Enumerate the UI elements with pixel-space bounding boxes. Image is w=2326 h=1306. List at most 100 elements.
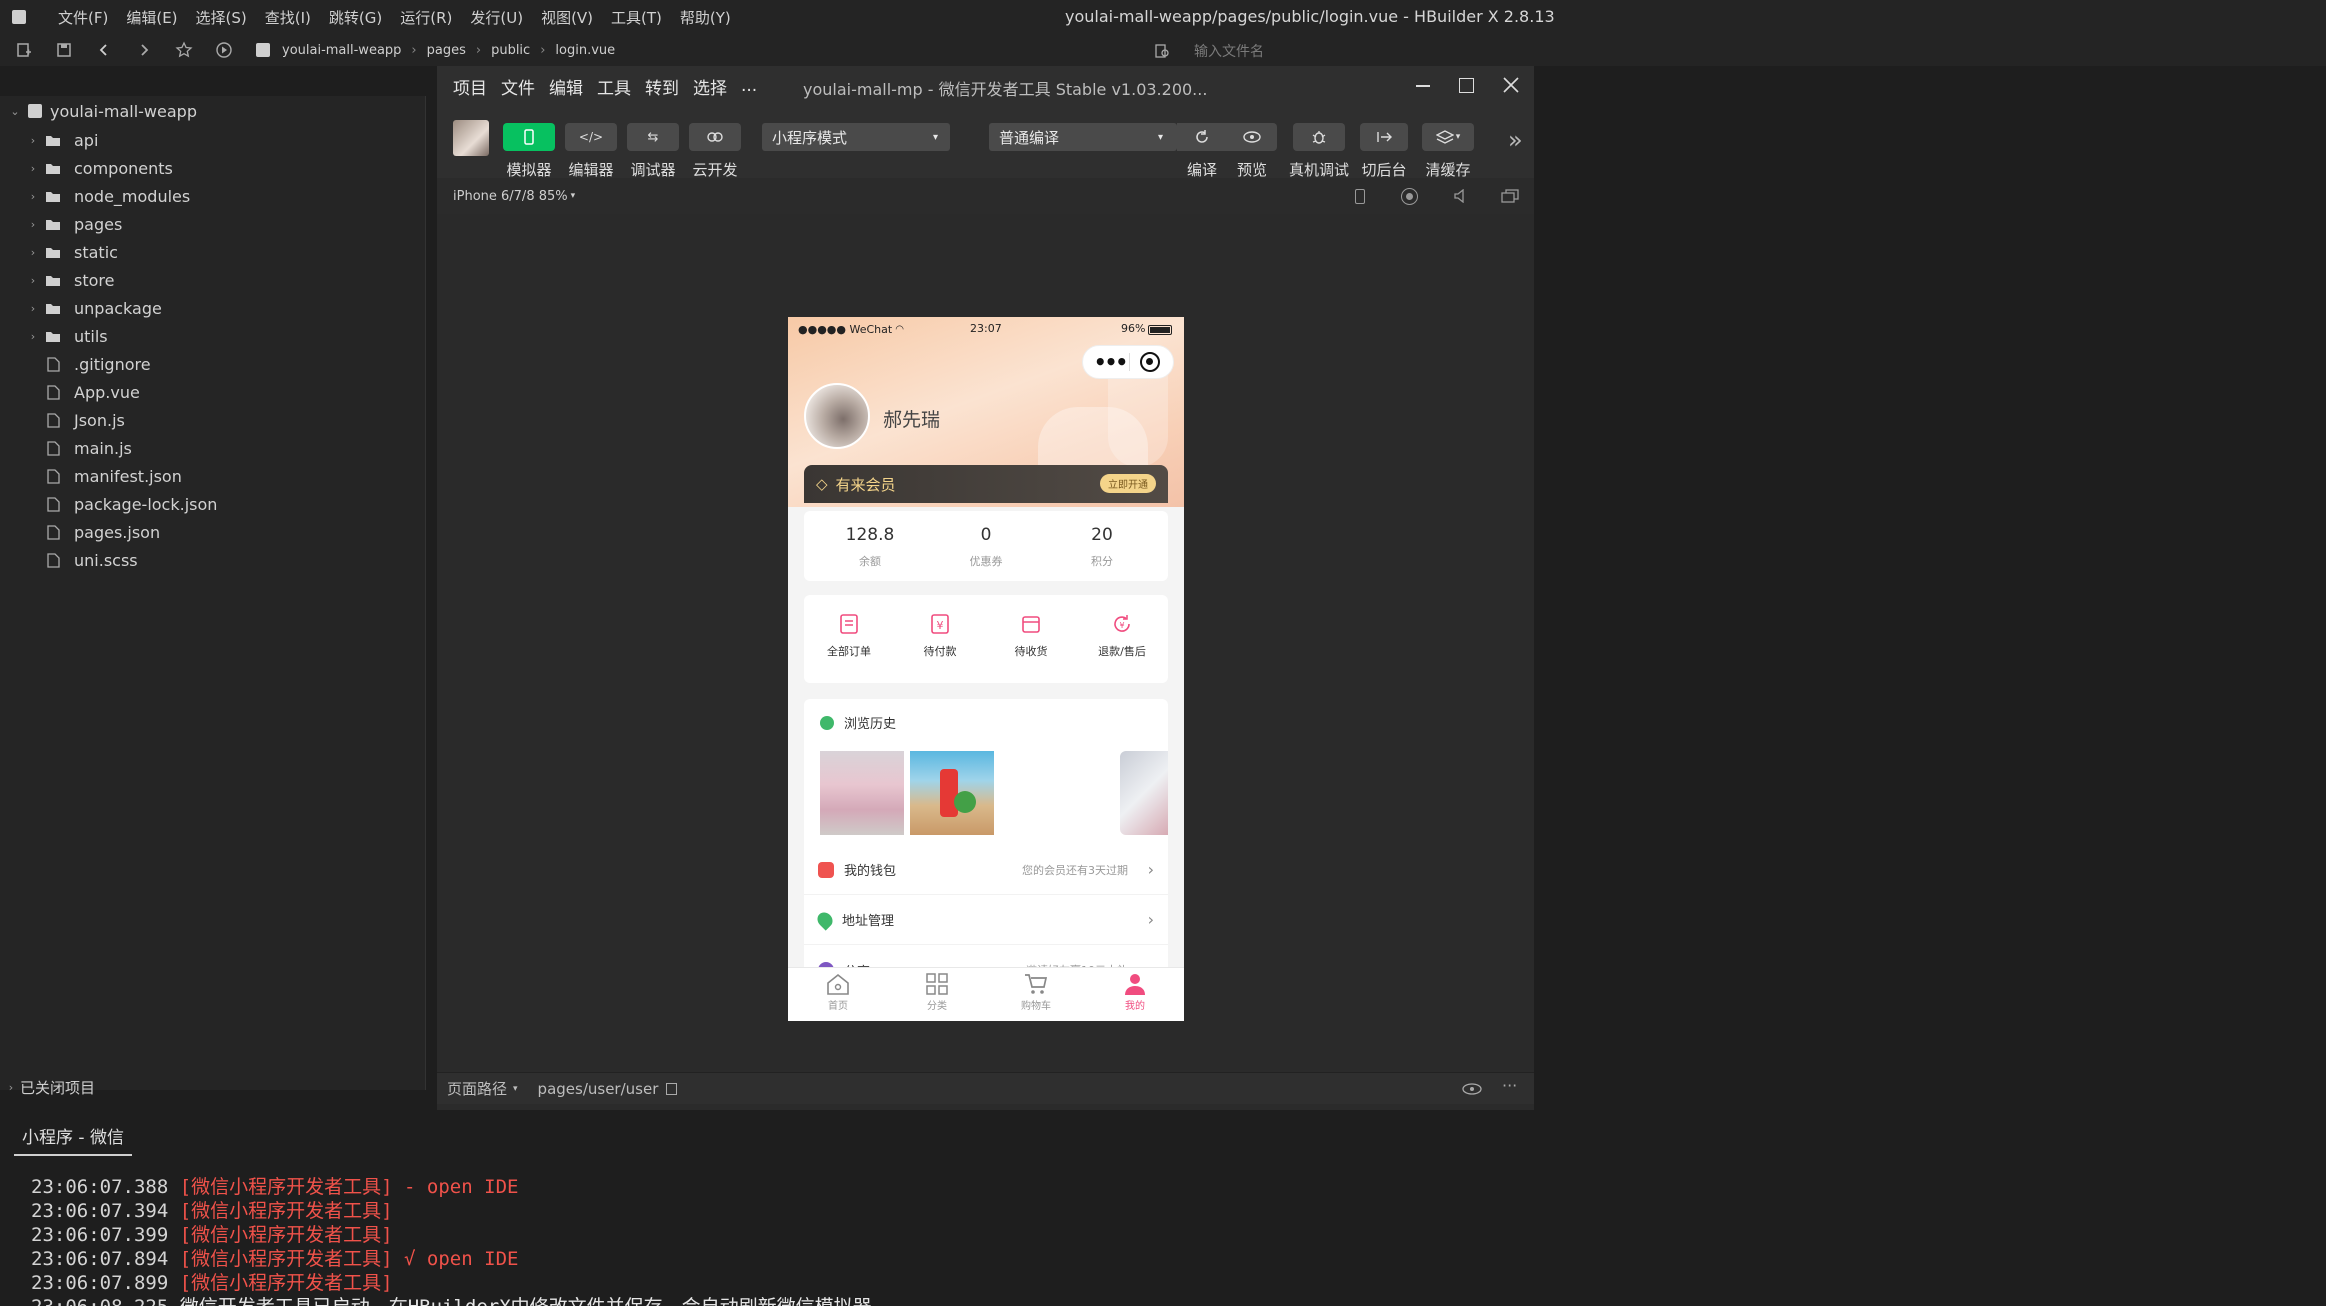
history-item-toy[interactable] [910, 751, 994, 835]
debugger-button[interactable]: ⇆ [627, 123, 679, 151]
tab-mine[interactable]: 我的 [1095, 972, 1175, 1012]
caret-down-icon[interactable]: ▾ [571, 191, 576, 201]
save-icon[interactable] [48, 34, 80, 66]
menu-edit[interactable]: 编辑(E) [126, 7, 177, 28]
history-item-dress[interactable] [820, 751, 904, 835]
minimize-icon[interactable] [1416, 85, 1430, 87]
menu-goto[interactable]: 跳转(G) [329, 7, 382, 28]
mode-select[interactable]: 小程序模式 ▾ [762, 123, 950, 151]
run-icon[interactable] [208, 34, 240, 66]
tree-folder-label: node_modules [74, 186, 191, 206]
console-tab[interactable]: 小程序 - 微信 [14, 1122, 132, 1156]
close-target-icon[interactable] [1140, 352, 1160, 372]
breadcrumb-public[interactable]: public [491, 43, 530, 58]
more-tools-icon[interactable]: » [1508, 126, 1523, 154]
close-icon[interactable] [1502, 76, 1520, 94]
preview-button[interactable] [1227, 123, 1277, 151]
caret-down-icon[interactable]: ▾ [513, 1084, 518, 1094]
history-item-garment[interactable] [1120, 751, 1168, 835]
editor-button[interactable]: </> [565, 123, 617, 151]
compile-mode-select[interactable]: 普通编译 ▾ [989, 123, 1177, 151]
tab-home[interactable]: 首页 [798, 972, 878, 1012]
tree-file[interactable]: Json.js [0, 406, 425, 434]
stat-balance[interactable]: 128.8 余额 [825, 525, 915, 569]
tab-home-label: 首页 [828, 1001, 848, 1012]
wx-menu-more[interactable]: ... [741, 76, 757, 96]
vip-open-button[interactable]: 立即开通 [1100, 474, 1156, 493]
wx-menu-project[interactable]: 项目 [453, 74, 487, 99]
eye-icon[interactable] [1462, 1083, 1482, 1095]
menu-help[interactable]: 帮助(Y) [680, 7, 731, 28]
stat-points[interactable]: 20 积分 [1057, 525, 1147, 569]
log-time: 23:06:08.225 [31, 1296, 168, 1306]
menu-file[interactable]: 文件(F) [58, 7, 108, 28]
user-avatar[interactable] [453, 120, 489, 156]
menu-select[interactable]: 选择(S) [196, 7, 247, 28]
tree-file[interactable]: App.vue [0, 378, 425, 406]
tree-file[interactable]: uni.scss [0, 546, 425, 574]
tree-file[interactable]: pages.json [0, 518, 425, 546]
page-path-label[interactable]: 页面路径 [447, 1078, 507, 1099]
tree-folder[interactable]: › utils [0, 322, 425, 350]
stat-coupons[interactable]: 0 优惠券 [941, 525, 1031, 569]
file-search[interactable]: 输入文件名 [1154, 41, 1264, 61]
menu-address[interactable]: 地址管理 › [804, 895, 1168, 945]
tree-folder[interactable]: › components [0, 154, 425, 182]
profile-avatar[interactable] [804, 383, 870, 449]
volume-icon[interactable] [1453, 189, 1467, 203]
file-search-input[interactable]: 输入文件名 [1194, 41, 1264, 61]
tree-folder[interactable]: › node_modules [0, 182, 425, 210]
closed-projects[interactable]: › 已关闭项目 [0, 1076, 426, 1098]
menu-publish[interactable]: 发行(U) [470, 7, 523, 28]
record-icon[interactable] [1401, 188, 1418, 205]
menu-wallet[interactable]: 我的钱包 您的会员还有3天过期 › [804, 845, 1168, 895]
cloud-button[interactable] [689, 123, 741, 151]
new-file-icon[interactable] [8, 34, 40, 66]
tree-folder[interactable]: › unpackage [0, 294, 425, 322]
breadcrumb-project[interactable]: youlai-mall-weapp [282, 43, 401, 58]
clear-cache-button[interactable]: ▾ [1422, 123, 1474, 151]
device-select[interactable]: iPhone 6/7/8 85% [453, 189, 568, 204]
simulator-button[interactable] [503, 123, 555, 151]
menu-view[interactable]: 视图(V) [541, 7, 593, 28]
detach-icon[interactable] [1501, 189, 1519, 203]
menu-tools[interactable]: 工具(T) [611, 7, 662, 28]
tab-cart[interactable]: 购物车 [996, 972, 1076, 1012]
tree-folder[interactable]: › store [0, 266, 425, 294]
tab-category[interactable]: 分类 [897, 972, 977, 1012]
wx-menu-tools[interactable]: 工具 [597, 74, 631, 99]
tree-file[interactable]: main.js [0, 434, 425, 462]
capsule-menu[interactable]: ••• [1082, 345, 1174, 379]
background-button[interactable] [1360, 123, 1408, 151]
wx-menu-goto[interactable]: 转到 [645, 74, 679, 99]
back-icon[interactable] [88, 34, 120, 66]
star-icon[interactable] [168, 34, 200, 66]
breadcrumb-file[interactable]: login.vue [555, 43, 615, 58]
more-icon[interactable]: ··· [1502, 1076, 1517, 1095]
tree-file[interactable]: manifest.json [0, 462, 425, 490]
breadcrumb-pages[interactable]: pages [427, 43, 466, 58]
wx-menu-select[interactable]: 选择 [693, 74, 727, 99]
menu-run[interactable]: 运行(R) [400, 7, 452, 28]
more-dots-icon[interactable]: ••• [1091, 352, 1129, 372]
order-refund[interactable]: ¥ 退款/售后 [1082, 613, 1162, 659]
wx-menu-edit[interactable]: 编辑 [549, 74, 583, 99]
order-unreceived[interactable]: 待收货 [991, 613, 1071, 659]
forward-icon[interactable] [128, 34, 160, 66]
phone-icon[interactable] [1355, 189, 1365, 204]
compile-button[interactable] [1177, 123, 1227, 151]
wx-menu-file[interactable]: 文件 [501, 74, 535, 99]
remote-debug-button[interactable] [1293, 123, 1345, 151]
menu-find[interactable]: 查找(I) [265, 7, 311, 28]
tree-file[interactable]: .gitignore [0, 350, 425, 378]
order-all[interactable]: 全部订单 [809, 613, 889, 659]
tree-file[interactable]: package-lock.json [0, 490, 425, 518]
copy-icon[interactable] [666, 1082, 678, 1095]
tree-folder[interactable]: › static [0, 238, 425, 266]
maximize-icon[interactable] [1459, 78, 1474, 93]
order-unpaid[interactable]: ¥ 待付款 [900, 613, 980, 659]
tree-root[interactable]: ⌄ youlai-mall-weapp [0, 96, 425, 126]
vip-bar[interactable]: ◇ 有来会员 立即开通 [804, 465, 1168, 503]
tree-folder[interactable]: › pages [0, 210, 425, 238]
tree-folder[interactable]: › api [0, 126, 425, 154]
